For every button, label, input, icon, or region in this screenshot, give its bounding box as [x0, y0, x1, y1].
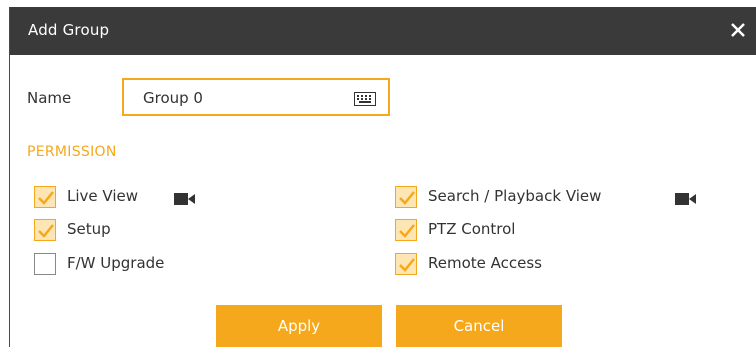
perm-fw-upgrade[interactable]: F/W Upgrade	[34, 253, 234, 277]
live-view-checkbox[interactable]	[34, 186, 56, 208]
remote-access-label: Remote Access	[428, 254, 542, 272]
setup-label: Setup	[67, 220, 111, 238]
ptz-control-checkbox[interactable]	[395, 219, 417, 241]
perm-live-view[interactable]: Live View	[34, 186, 234, 210]
perm-search-playback[interactable]: Search / Playback View	[395, 186, 705, 210]
name-label: Name	[27, 89, 72, 107]
dialog-title: Add Group	[28, 21, 110, 39]
live-view-label: Live View	[67, 187, 138, 205]
camera-icon	[675, 191, 697, 205]
dialog-titlebar: Add Group	[10, 7, 756, 55]
name-input[interactable]: Group 0	[122, 78, 390, 116]
permission-section-label: PERMISSION	[27, 144, 117, 160]
perm-setup[interactable]: Setup	[34, 219, 234, 243]
search-playback-label: Search / Playback View	[428, 187, 602, 205]
fw-upgrade-label: F/W Upgrade	[67, 254, 165, 272]
name-input-value[interactable]: Group 0	[143, 89, 203, 107]
fw-upgrade-checkbox[interactable]	[34, 253, 56, 275]
remote-access-checkbox[interactable]	[395, 253, 417, 275]
close-icon[interactable]	[727, 19, 749, 41]
keyboard-icon[interactable]	[354, 91, 376, 106]
add-group-dialog: Add Group Name Group 0 PERMISSION Live V…	[9, 7, 756, 347]
cancel-button[interactable]: Cancel	[396, 305, 562, 347]
apply-button[interactable]: Apply	[216, 305, 382, 347]
setup-checkbox[interactable]	[34, 219, 56, 241]
camera-icon	[174, 191, 196, 205]
search-playback-checkbox[interactable]	[395, 186, 417, 208]
ptz-control-label: PTZ Control	[428, 220, 516, 238]
perm-ptz-control[interactable]: PTZ Control	[395, 219, 595, 243]
perm-remote-access[interactable]: Remote Access	[395, 253, 595, 277]
